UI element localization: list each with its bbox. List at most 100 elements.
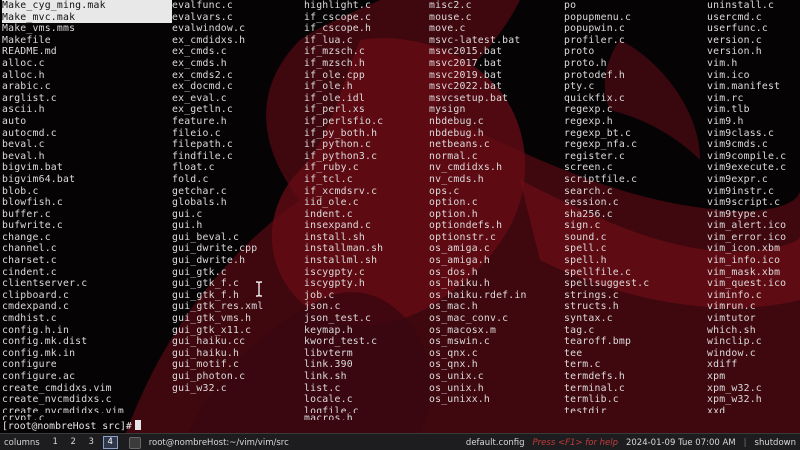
file-entry: evalwindow.c bbox=[172, 23, 246, 35]
file-entry: vim9execute.c bbox=[707, 162, 787, 174]
file-entry: regexp_bt.c bbox=[564, 127, 632, 139]
file-entry: vim9expr.c bbox=[707, 173, 768, 185]
file-entry: screen.c bbox=[564, 162, 613, 174]
file-entry: ex_cmds.h bbox=[172, 57, 227, 69]
shutdown-button[interactable]: shutdown bbox=[755, 438, 796, 448]
file-entry: if_mzsch.h bbox=[304, 57, 365, 69]
file-entry: msvcsetup.bat bbox=[429, 92, 509, 104]
file-entry: Make_mvc.mak bbox=[2, 11, 172, 24]
file-entry: regexp_nfa.c bbox=[564, 139, 638, 151]
file-entry: evalfunc.c bbox=[172, 0, 233, 11]
file-entry: Makefile bbox=[2, 34, 51, 46]
shell-prompt[interactable]: [root@nombreHost src]# bbox=[2, 420, 141, 432]
file-entry: os_haiku.h bbox=[429, 278, 490, 290]
file-entry: vim9type.c bbox=[707, 208, 768, 220]
file-entry: if_perlsfio.c bbox=[304, 115, 384, 127]
file-entry: scriptfile.c bbox=[564, 173, 638, 185]
terminal-app-icon[interactable] bbox=[128, 436, 141, 449]
file-entry: installml.sh bbox=[304, 255, 378, 267]
file-entry: json_test.c bbox=[304, 313, 372, 325]
file-entry: protodef.h bbox=[564, 69, 625, 81]
file-entry: iscygpty.h bbox=[304, 278, 365, 290]
file-entry: vim_error.ico bbox=[707, 231, 787, 243]
file-entry: vim_info.ico bbox=[707, 255, 781, 267]
file-entry: if_cscope.h bbox=[304, 23, 372, 35]
file-entry: viminfo.c bbox=[707, 289, 762, 301]
file-entry: register.c bbox=[564, 150, 625, 162]
file-entry: installman.sh bbox=[304, 243, 384, 255]
file-entry: if_xcmdsrv.c bbox=[304, 185, 378, 197]
file-entry: mysign bbox=[429, 104, 466, 116]
file-entry: userfunc.c bbox=[707, 23, 768, 35]
separator: | bbox=[743, 437, 747, 448]
workspace-switcher: columns 1 2 3 4 root@nombreHost:~/vim/vi… bbox=[0, 436, 289, 449]
file-entry: msvc2017.bat bbox=[429, 57, 503, 69]
file-entry: tearoff.bmp bbox=[564, 336, 632, 348]
file-entry: spell.c bbox=[564, 243, 607, 255]
file-entry: create_cmdidxs.vim bbox=[2, 382, 112, 394]
terminal-window[interactable]: Make_cyg_ming.mak Make_mvc.mak Make_vms.mm… bbox=[0, 0, 800, 432]
file-entry: os_haiku.rdef.in bbox=[429, 289, 527, 301]
file-entry: winclip.c bbox=[707, 336, 762, 348]
file-entry: iscygpty.c bbox=[304, 266, 365, 278]
file-entry: fileio.c bbox=[172, 127, 221, 139]
file-entry: if_cscope.c bbox=[304, 11, 372, 23]
file-entry: gui_w32.c bbox=[172, 382, 227, 394]
file-entry: clientserver.c bbox=[2, 278, 88, 290]
file-entry: gui_photon.c bbox=[172, 371, 246, 382]
file-entry: configure.ac bbox=[2, 371, 76, 382]
file-entry: profiler.c bbox=[564, 34, 625, 46]
file-entry: vim9instr.c bbox=[707, 185, 775, 197]
file-entry: regexp.c bbox=[564, 104, 613, 116]
file-entry: job.c bbox=[304, 289, 335, 301]
file-entry: os_mswin.c bbox=[429, 336, 490, 348]
file-entry: vim9cmds.c bbox=[707, 139, 768, 151]
file-entry: gui_motif.c bbox=[172, 359, 240, 371]
workspace-tab-3[interactable]: 3 bbox=[85, 437, 98, 448]
file-entry: charset.c bbox=[2, 255, 57, 267]
window-title[interactable]: root@nombreHost:~/vim/vim/src bbox=[149, 438, 289, 448]
prompt-text: [root@nombreHost src]# bbox=[2, 421, 132, 432]
file-entry: indent.c bbox=[304, 208, 353, 220]
file-entry: gui_dwrite.h bbox=[172, 255, 246, 267]
file-entry: link.sh bbox=[304, 371, 347, 382]
file-entry: json.c bbox=[304, 301, 341, 313]
file-entry: gui_gtk_vms.h bbox=[172, 313, 252, 325]
file-entry: insexpand.c bbox=[304, 220, 372, 232]
file-entry: proto bbox=[564, 46, 595, 58]
file-entry: ex_docmd.c bbox=[172, 81, 233, 93]
file-entry: if_python3.c bbox=[304, 150, 378, 162]
file-entry: alloc.h bbox=[2, 69, 45, 81]
file-entry: clipboard.c bbox=[2, 289, 70, 301]
file-entry: if_perl.xs bbox=[304, 104, 365, 116]
workspace-tab-4[interactable]: 4 bbox=[102, 436, 118, 449]
file-entry: gui_haiku.cc bbox=[172, 336, 246, 348]
config-name: default.config bbox=[465, 437, 525, 448]
file-entry: normal.c bbox=[429, 150, 478, 162]
file-entry: move.c bbox=[429, 23, 466, 35]
file-entry: fold.c bbox=[172, 173, 209, 185]
text-cursor-icon bbox=[256, 281, 262, 297]
file-entry: session.c bbox=[564, 197, 619, 209]
file-entry: if_ole.idl bbox=[304, 92, 365, 104]
file-entry: create_nvcmdidxs.c bbox=[2, 394, 112, 406]
workspace-tab-1[interactable]: 1 bbox=[49, 437, 62, 448]
file-entry: highlight.c bbox=[304, 0, 372, 11]
file-entry: bigvim64.bat bbox=[2, 173, 76, 185]
workspace-tab-2[interactable]: 2 bbox=[67, 437, 80, 448]
file-entry: window.c bbox=[707, 347, 756, 359]
file-entry: sha256.c bbox=[564, 208, 613, 220]
file-entry: gui_gtk_f.c bbox=[172, 278, 240, 290]
file-entry: syntax.c bbox=[564, 313, 613, 325]
file-entry: Make_cyg_ming.mak bbox=[2, 0, 172, 12]
file-entry: spellfile.c bbox=[564, 266, 632, 278]
file-entry: optionstr.c bbox=[429, 231, 497, 243]
file-entry: ex_getln.c bbox=[172, 104, 233, 116]
file-entry: arglist.c bbox=[2, 92, 57, 104]
file-entry: if_ole.h bbox=[304, 81, 353, 93]
help-hint: Press <F1> for help bbox=[532, 437, 618, 448]
file-entry: if_ole.cpp bbox=[304, 69, 365, 81]
file-entry: nv_cmds.h bbox=[429, 173, 484, 185]
file-entry: popupmenu.c bbox=[564, 11, 632, 23]
file-entry: vim.manifest bbox=[707, 81, 781, 93]
